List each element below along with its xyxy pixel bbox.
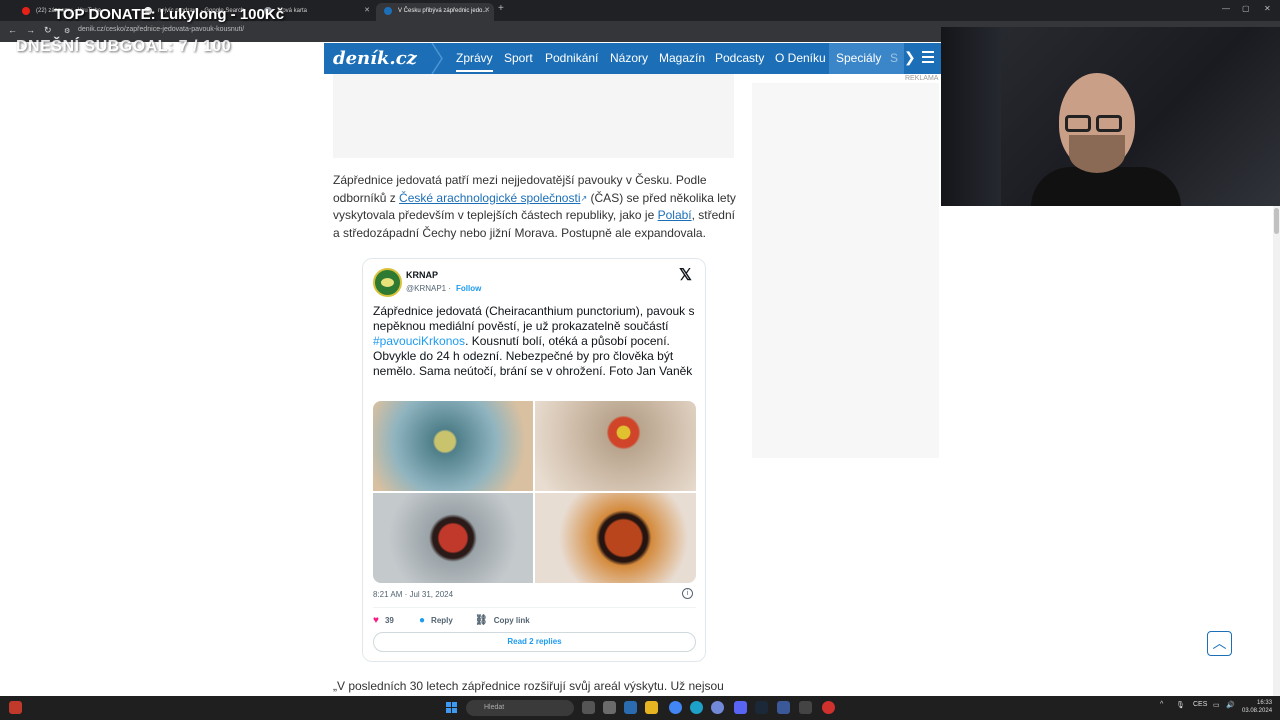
- x-logo-icon[interactable]: 𝕏: [679, 265, 692, 285]
- nav-item-partial[interactable]: S: [890, 51, 898, 65]
- browser-tab-active[interactable]: V Česku přibývá zápřednic jedo... ✕: [376, 3, 494, 21]
- task-view-icon[interactable]: [582, 701, 595, 714]
- spider-photo[interactable]: [535, 493, 696, 583]
- url-field[interactable]: denik.cz/cesko/zapřednice-jedovata-pavou…: [78, 26, 244, 33]
- spider-photo[interactable]: [373, 401, 533, 491]
- spider-photo[interactable]: [535, 401, 696, 491]
- taskbar-search[interactable]: Hledat: [466, 700, 574, 716]
- menu-icon[interactable]: [922, 51, 934, 66]
- minimize-icon[interactable]: —: [1222, 4, 1230, 13]
- volume-icon[interactable]: 🔊: [1226, 701, 1235, 709]
- taskbar: Hledat ^ 🎙 CES ▭ 🔊 16:33 03.08.2024: [0, 696, 1280, 720]
- nav-item-o-deniku[interactable]: O Deníku: [775, 51, 826, 65]
- copy-link-label: Copy link: [493, 616, 530, 625]
- app-icon[interactable]: [9, 701, 22, 714]
- tweet-embed: KRNAP @KRNAP1 · Follow 𝕏 Zápřednice jedo…: [362, 258, 706, 662]
- steam-icon[interactable]: [755, 701, 768, 714]
- discord-icon[interactable]: [711, 701, 724, 714]
- tweet-author-handle[interactable]: @KRNAP1 ·: [406, 284, 451, 293]
- sidebar-ad: [752, 83, 939, 458]
- nav-scroll-right-icon[interactable]: ❯: [904, 49, 916, 66]
- widgets-icon[interactable]: [603, 701, 616, 714]
- obs-icon[interactable]: [799, 701, 812, 714]
- forward-icon[interactable]: →: [26, 25, 35, 35]
- reply-button[interactable]: ● Reply: [419, 615, 453, 626]
- nav-item-nazory[interactable]: Názory: [610, 51, 648, 65]
- nav-item-magazin[interactable]: Magazín: [659, 51, 705, 65]
- hashtag-link[interactable]: #pavouciKrkonos: [373, 334, 465, 348]
- tweet-timestamp[interactable]: 8:21 AM · Jul 31, 2024: [373, 590, 453, 599]
- webcam-background: [941, 27, 1001, 206]
- nav-item-podnikani[interactable]: Podnikání: [545, 51, 598, 65]
- youtube-icon: [22, 7, 30, 15]
- network-icon[interactable]: ▭: [1213, 701, 1220, 709]
- glasses-icon: [1065, 115, 1091, 132]
- maximize-icon[interactable]: ▢: [1242, 4, 1250, 13]
- top-donate-overlay: TOP DONATE: Lukylong - 100Kč: [54, 6, 285, 23]
- language-indicator[interactable]: CES: [1193, 701, 1207, 708]
- site-info-icon[interactable]: ⚙: [64, 27, 70, 35]
- spider-photo[interactable]: [373, 493, 533, 583]
- webcam-person-body: [1031, 167, 1181, 206]
- subgoal-overlay: DNEŠNÍ SUBGOAL: 7 / 100: [16, 38, 232, 55]
- denik-favicon-icon: [384, 7, 392, 15]
- close-icon[interactable]: ✕: [484, 3, 490, 19]
- info-icon[interactable]: i: [682, 588, 693, 599]
- tweet-text-part: Zápřednice jedovatá (Cheiracanthium punc…: [373, 304, 695, 333]
- heart-icon: ♥: [373, 615, 379, 626]
- clock-time: 16:33: [1257, 700, 1273, 706]
- mic-icon[interactable]: 🎙: [1176, 701, 1185, 709]
- clock-date: 03.08.2024: [1242, 708, 1273, 714]
- webcam-overlay: [941, 27, 1280, 206]
- windows-start-icon[interactable]: [446, 702, 457, 713]
- logo-chevron-icon: [431, 43, 443, 74]
- site-nav: deník.cz Zprávy Sport Podnikání Názory M…: [324, 43, 941, 74]
- reply-label: Reply: [431, 616, 453, 625]
- chevron-up-icon: ︿: [1212, 635, 1227, 651]
- follow-button[interactable]: Follow: [456, 284, 481, 293]
- edge-icon[interactable]: [690, 701, 703, 714]
- tab-label: V Česku přibývá zápřednic jedo...: [398, 8, 488, 14]
- close-icon[interactable]: ✕: [364, 3, 370, 19]
- clock[interactable]: 16:33 03.08.2024: [1242, 699, 1272, 715]
- tweet-text: Zápřednice jedovatá (Cheiracanthium punc…: [373, 304, 698, 379]
- new-tab-button[interactable]: +: [498, 3, 504, 14]
- store-icon[interactable]: [624, 701, 637, 714]
- scrollbar-thumb[interactable]: [1274, 208, 1279, 234]
- article-paragraph: Zápřednice jedovatá patří mezi nejjedova…: [333, 172, 738, 242]
- glasses-icon: [1096, 115, 1122, 132]
- nav-item-podcasty[interactable]: Podcasty: [715, 51, 764, 65]
- app-icon[interactable]: [822, 701, 835, 714]
- reply-icon: ●: [419, 615, 426, 626]
- nav-item-specialy[interactable]: Speciály: [836, 51, 881, 65]
- folder-icon[interactable]: [645, 701, 658, 714]
- page-scrollbar[interactable]: [1273, 206, 1280, 696]
- ad-label: REKLAMA: [905, 75, 939, 82]
- read-replies-button[interactable]: Read 2 replies: [373, 632, 696, 652]
- copy-link-button[interactable]: ⛓ Copy link: [475, 615, 530, 626]
- tray-expand-icon[interactable]: ^: [1160, 701, 1163, 708]
- like-count: 39: [384, 616, 394, 625]
- webcam-person-beard: [1069, 135, 1125, 173]
- close-window-icon[interactable]: ✕: [1264, 4, 1271, 13]
- back-icon[interactable]: ←: [8, 25, 17, 35]
- link-cas[interactable]: České arachnologické společnosti: [399, 191, 580, 205]
- tweet-author-name[interactable]: KRNAP: [406, 270, 438, 280]
- avatar[interactable]: [373, 268, 402, 297]
- tweet-photo-grid[interactable]: [373, 401, 696, 583]
- chrome-icon[interactable]: [669, 701, 682, 714]
- ad-placeholder: [333, 74, 734, 158]
- site-logo[interactable]: deník.cz: [333, 48, 417, 69]
- scroll-to-top-button[interactable]: ︿: [1207, 631, 1232, 656]
- like-button[interactable]: ♥ 39: [373, 615, 394, 626]
- app-icon[interactable]: [734, 701, 747, 714]
- link-icon: ⛓: [475, 615, 488, 626]
- reload-icon[interactable]: ↻: [44, 25, 52, 36]
- nav-item-zpravy[interactable]: Zprávy: [456, 51, 493, 72]
- app-icon[interactable]: [777, 701, 790, 714]
- nav-item-sport[interactable]: Sport: [504, 51, 533, 65]
- divider: [373, 607, 696, 608]
- link-polabi[interactable]: Polabí: [658, 208, 692, 222]
